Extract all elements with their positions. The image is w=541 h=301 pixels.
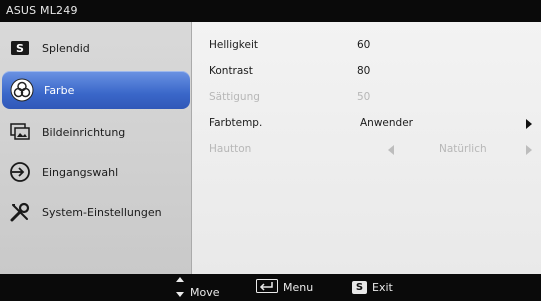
move-label: Move xyxy=(190,285,220,299)
move-hint: Move xyxy=(174,274,220,300)
sidebar-item-label: Eingangswahl xyxy=(42,165,119,179)
arrow-left-icon xyxy=(388,145,394,155)
input-select-icon xyxy=(8,160,32,184)
footer-bar: Move Menu S Exit xyxy=(0,274,541,300)
setting-label: Kontrast xyxy=(209,65,253,77)
svg-text:S: S xyxy=(16,42,24,55)
setting-row-farbtemp[interactable]: Farbtemp. Anwender xyxy=(192,114,541,134)
arrow-right-icon[interactable] xyxy=(526,119,532,129)
sidebar-item-label: Bildeinrichtung xyxy=(42,125,126,139)
sidebar-item-label: Splendid xyxy=(42,41,90,55)
color-circles-icon xyxy=(10,78,34,102)
arrow-right-icon xyxy=(526,145,532,155)
sidebar-item-bildeinrichtung[interactable]: Bildeinrichtung xyxy=(0,113,190,151)
settings-panel: Helligkeit 60 Kontrast 80 Sättigung 50 F… xyxy=(192,22,541,274)
sidebar-menu: S Splendid Farbe Bildeinrichtung Eingang… xyxy=(0,22,192,274)
wrench-screwdriver-icon xyxy=(8,200,32,224)
exit-hint: S Exit xyxy=(352,274,393,300)
splendid-s-icon: S xyxy=(8,36,32,60)
menu-label: Menu xyxy=(283,280,314,294)
setting-row-saettigung: Sättigung 50 xyxy=(192,88,541,108)
setting-value: 80 xyxy=(357,65,371,77)
setting-row-hautton: Hautton Natürlich xyxy=(192,140,541,160)
window-title: ASUS ML249 xyxy=(0,0,541,22)
sidebar-item-farbe[interactable]: Farbe xyxy=(2,71,190,109)
exit-label: Exit xyxy=(372,280,393,294)
sidebar-item-eingangswahl[interactable]: Eingangswahl xyxy=(0,153,190,191)
sidebar-item-system-einstellungen[interactable]: System-Einstellungen xyxy=(0,193,190,231)
splendid-key-icon: S xyxy=(352,280,367,294)
setting-value: Natürlich xyxy=(439,143,487,155)
up-down-arrows-icon xyxy=(174,276,186,298)
setting-value: 50 xyxy=(357,91,371,103)
sidebar-item-label: System-Einstellungen xyxy=(42,205,162,219)
setting-label: Helligkeit xyxy=(209,39,258,51)
sidebar-item-label: Farbe xyxy=(44,83,75,97)
setting-value: 60 xyxy=(357,39,371,51)
setting-label: Hautton xyxy=(209,143,252,155)
enter-key-icon xyxy=(256,278,278,296)
menu-hint: Menu xyxy=(256,274,313,300)
setting-label: Farbtemp. xyxy=(209,117,263,129)
setting-label: Sättigung xyxy=(209,91,260,103)
image-setup-icon xyxy=(8,120,32,144)
setting-value: Anwender xyxy=(360,117,413,129)
setting-row-helligkeit[interactable]: Helligkeit 60 xyxy=(192,36,541,56)
setting-row-kontrast[interactable]: Kontrast 80 xyxy=(192,62,541,82)
sidebar-item-splendid[interactable]: S Splendid xyxy=(0,29,190,67)
